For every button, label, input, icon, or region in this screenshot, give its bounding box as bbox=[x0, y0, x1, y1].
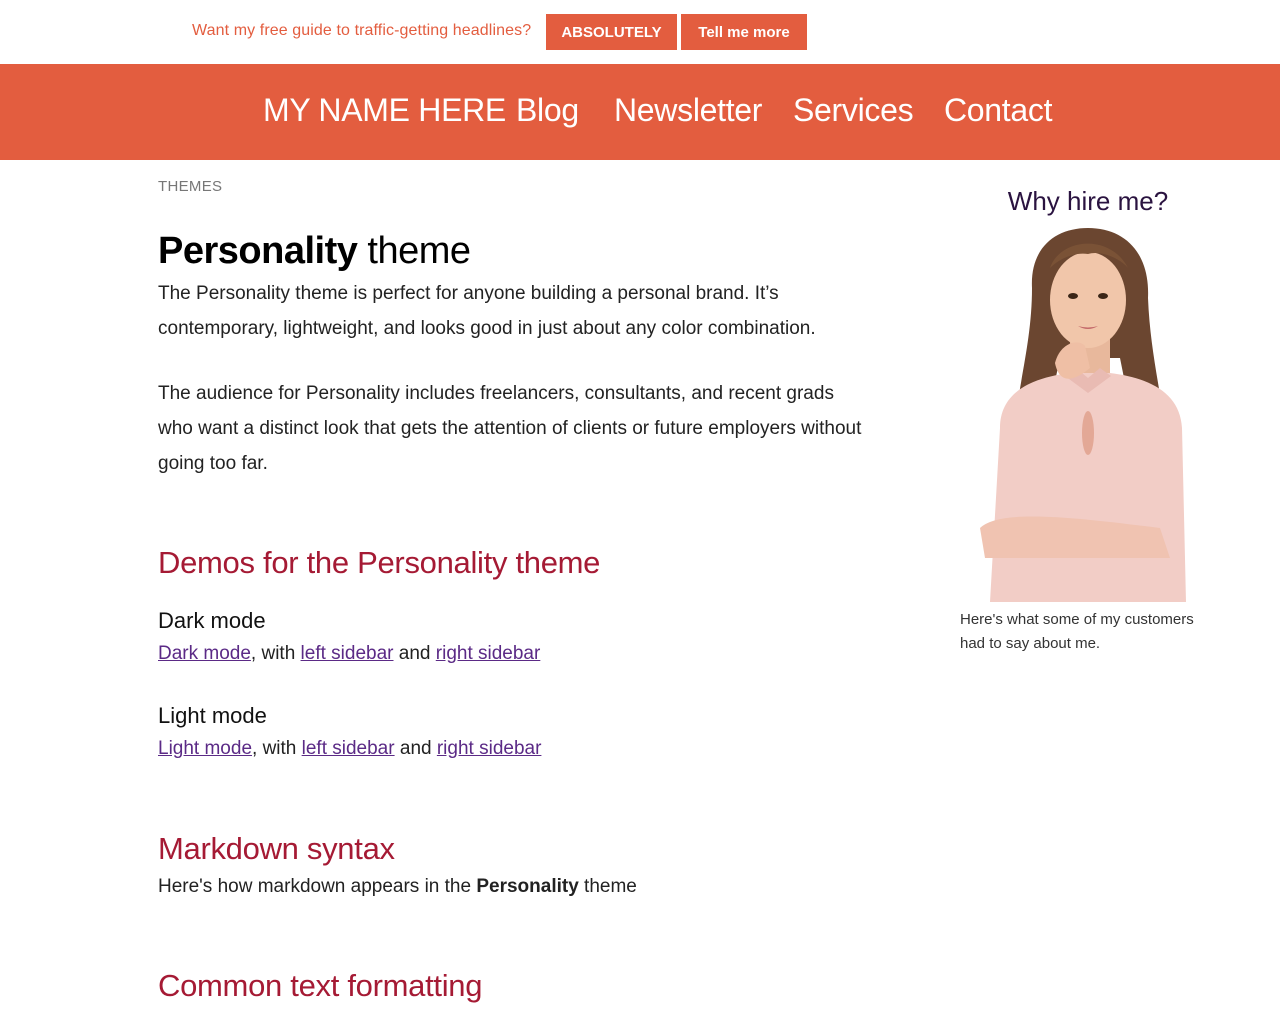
light-mode-links: Light mode, with left sidebar and right … bbox=[158, 738, 541, 760]
demos-heading: Demos for the Personality theme bbox=[158, 545, 601, 580]
light-mode-heading: Light mode bbox=[158, 703, 267, 728]
dark-and-text: and bbox=[393, 643, 436, 664]
sidebar-caption: Here's what some of my customers had to … bbox=[960, 611, 1194, 652]
page-title-strong: Personality bbox=[158, 230, 358, 272]
light-with-text: , with bbox=[252, 738, 302, 759]
nav-item-blog[interactable]: Blog bbox=[516, 92, 579, 129]
page-title-rest: theme bbox=[357, 230, 471, 272]
nav-brand[interactable]: MY NAME HERE bbox=[263, 92, 506, 129]
markdown-intro-post: theme bbox=[578, 876, 637, 897]
promo-bar: Want my free guide to traffic-getting he… bbox=[0, 0, 1280, 64]
nav-item-newsletter[interactable]: Newsletter bbox=[614, 92, 762, 129]
promo-text: Want my free guide to traffic-getting he… bbox=[192, 22, 532, 39]
dark-with-text: , with bbox=[250, 643, 301, 664]
dark-mode-links: Dark mode, with left sidebar and right s… bbox=[158, 643, 540, 665]
common-formatting-heading: Common text formatting bbox=[158, 968, 483, 1003]
breadcrumb-themes[interactable]: THEMES bbox=[158, 178, 222, 195]
markdown-heading: Markdown syntax bbox=[158, 831, 395, 866]
dark-right-sidebar-link[interactable]: right sidebar bbox=[436, 643, 541, 664]
audience-paragraph: The audience for Personality includes fr… bbox=[158, 383, 862, 474]
markdown-intro-pre: Here's how markdown appears in the bbox=[158, 876, 477, 897]
markdown-intro-strong: Personality bbox=[476, 876, 579, 897]
tell-me-more-button[interactable]: Tell me more bbox=[681, 14, 807, 50]
light-and-text: and bbox=[394, 738, 437, 759]
main-nav: MY NAME HERE Blog Newsletter Services Co… bbox=[0, 64, 1280, 160]
dark-left-sidebar-link[interactable]: left sidebar bbox=[301, 643, 394, 664]
intro-paragraph: The Personality theme is perfect for any… bbox=[158, 283, 816, 339]
absolutely-button[interactable]: ABSOLUTELY bbox=[546, 14, 677, 50]
sidebar-title: Why hire me? bbox=[1007, 186, 1169, 216]
dark-mode-heading: Dark mode bbox=[158, 608, 266, 633]
markdown-intro: Here's how markdown appears in the Perso… bbox=[158, 876, 637, 898]
nav-item-services[interactable]: Services bbox=[793, 92, 914, 129]
dark-mode-link[interactable]: Dark mode bbox=[158, 643, 251, 664]
light-mode-link[interactable]: Light mode bbox=[158, 738, 252, 759]
page-title: Personality theme bbox=[158, 230, 471, 273]
light-left-sidebar-link[interactable]: left sidebar bbox=[302, 738, 395, 759]
nav-item-contact[interactable]: Contact bbox=[944, 92, 1052, 129]
portrait-image bbox=[980, 228, 1186, 602]
light-right-sidebar-link[interactable]: right sidebar bbox=[437, 738, 542, 759]
